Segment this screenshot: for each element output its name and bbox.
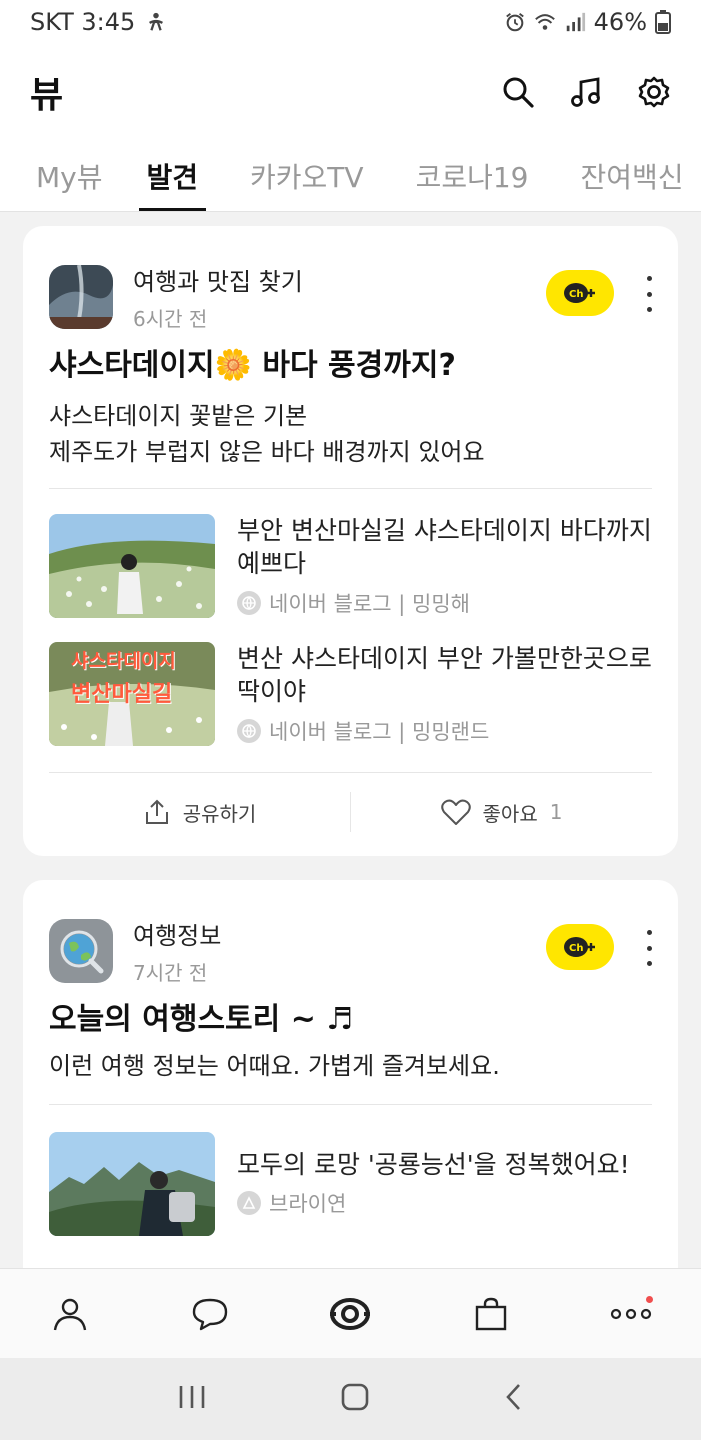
accessibility-icon (149, 12, 164, 31)
more-horizontal-icon (610, 1308, 651, 1319)
heart-icon (440, 799, 471, 825)
post-title[interactable]: 오늘의 여행스토리 ~ ♬ (49, 994, 353, 1038)
tab-my-view[interactable]: My뷰 (36, 140, 103, 211)
music-note-icon (571, 77, 600, 107)
battery-level: 46% (593, 8, 647, 36)
divider (49, 1104, 652, 1105)
thumbnail-overlay-text-2: 변산마실길 (71, 682, 173, 707)
wifi-icon (534, 14, 555, 30)
channel-name: 여행과 맛집 찾기 (133, 268, 303, 296)
item-title[interactable]: 변산 샤스타데이지 부안 가볼만한곳으로 딱이야 (237, 642, 657, 708)
channel-avatar[interactable] (49, 919, 113, 983)
tab-discover[interactable]: 발견 (138, 140, 206, 211)
item-thumbnail[interactable] (49, 1132, 215, 1236)
add-channel-button[interactable]: Ch (546, 270, 614, 316)
globe-icon (237, 719, 261, 743)
recent-apps-icon (179, 1386, 204, 1408)
home-button[interactable] (340, 1382, 370, 1416)
post-description: 이런 여행 정보는 어때요. 가볍게 즐겨보세요. (49, 1048, 500, 1084)
like-label: 좋아요 (482, 801, 538, 826)
item-title[interactable]: 부안 변산마실길 샤스타데이지 바다까지 예쁘다 (237, 514, 657, 580)
item-source-text: 네이버 블로그 | 밍밍해 (269, 592, 470, 616)
tab-corona19[interactable]: 코로나19 (416, 140, 529, 211)
more-options-button[interactable] (642, 930, 656, 966)
channel-name: 여행정보 (133, 922, 222, 950)
post-time: 7시간 전 (133, 961, 208, 985)
view-eye-icon (330, 1297, 371, 1330)
share-icon (145, 799, 168, 824)
nav-friends-button[interactable] (46, 1290, 94, 1338)
bottom-navigation (0, 1268, 701, 1358)
search-button[interactable] (501, 75, 535, 109)
gear-icon (638, 76, 670, 108)
recent-apps-button[interactable] (177, 1383, 207, 1415)
nav-chat-button[interactable] (186, 1290, 234, 1338)
signal-icon (566, 12, 585, 32)
post-time: 6시간 전 (133, 307, 208, 331)
kakao-channel-icon: Ch (564, 937, 595, 957)
app-root: SKT 3:45 46% 뷰 My뷰 발견 카카오TV 코로나19 잔여백신 여… (0, 0, 701, 1440)
battery-icon (655, 10, 671, 34)
more-dot-icon (646, 276, 652, 281)
item-thumbnail[interactable]: 샤스타데이지 변산마실길 (49, 642, 215, 746)
list-item[interactable]: 부안 변산마실길 샤스타데이지 바다까지 예쁘다 네이버 블로그 | 밍밍해 (49, 514, 652, 618)
channel-header[interactable]: 여행과 맛집 찾기 6시간 전 (49, 262, 303, 332)
share-button[interactable]: 공유하기 (49, 798, 350, 827)
tab-remaining-vaccine[interactable]: 잔여백신 (581, 140, 684, 211)
globe-icon (237, 591, 261, 615)
post-desc-line: 샤스타데이지 꽃밭은 기본 (49, 402, 308, 430)
settings-button[interactable] (637, 75, 671, 109)
system-navigation-bar (0, 1358, 701, 1440)
post-desc-line: 제주도가 부럽지 않은 바다 배경까지 있어요 (49, 438, 485, 466)
item-source-text: 브라이연 (269, 1192, 347, 1216)
music-button[interactable] (569, 75, 603, 109)
item-source: 네이버 블로그 | 밍밍랜드 (237, 716, 489, 746)
tab-kakao-tv[interactable]: 카카오TV (250, 140, 364, 211)
search-icon (503, 77, 534, 108)
notification-dot (645, 1295, 653, 1303)
nav-view-button[interactable] (326, 1290, 374, 1338)
more-dot-icon (646, 930, 652, 935)
svg-text:Ch: Ch (569, 943, 583, 954)
channel-header[interactable]: 여행정보 7시간 전 (49, 916, 221, 986)
list-item[interactable]: 샤스타데이지 변산마실길 변산 샤스타데이지 부안 가볼만한곳으로 딱이야 네이… (49, 642, 652, 746)
alarm-icon (505, 13, 524, 32)
carrier-time: SKT 3:45 (30, 8, 136, 36)
back-button[interactable] (503, 1382, 525, 1416)
divider (49, 488, 652, 489)
share-label: 공유하기 (182, 801, 257, 826)
item-source: 브라이연 (237, 1188, 346, 1218)
item-title[interactable]: 모두의 로망 '공룡능선'을 정복했어요! (237, 1148, 657, 1181)
post-description: 샤스타데이지 꽃밭은 기본 제주도가 부럽지 않은 바다 배경까지 있어요 (49, 398, 485, 470)
add-channel-button[interactable]: Ch (546, 924, 614, 970)
author-icon (237, 1191, 261, 1215)
shopping-bag-icon (475, 1297, 506, 1330)
page-title: 뷰 (30, 75, 64, 116)
feed-card: 여행과 맛집 찾기 6시간 전 Ch 샤스타데이지🌼 바다 풍경까지? 샤스타데… (23, 226, 678, 856)
home-icon (341, 1383, 368, 1411)
back-chevron-icon (505, 1384, 520, 1410)
kakao-channel-icon: Ch (564, 283, 595, 303)
more-options-button[interactable] (642, 276, 656, 312)
tab-bar: My뷰 발견 카카오TV 코로나19 잔여백신 (0, 140, 701, 212)
item-thumbnail[interactable] (49, 514, 215, 618)
svg-text:Ch: Ch (569, 289, 583, 300)
item-source-text: 네이버 블로그 | 밍밍랜드 (269, 720, 490, 744)
status-bar: SKT 3:45 46% (0, 0, 701, 44)
post-desc-line: 이런 여행 정보는 어때요. 가볍게 즐겨보세요. (49, 1052, 500, 1080)
chat-bubble-icon (193, 1298, 228, 1330)
like-button[interactable]: 좋아요 1 (351, 798, 652, 827)
list-item[interactable]: 모두의 로망 '공룡능선'을 정복했어요! 브라이연 (49, 1132, 652, 1236)
person-icon (53, 1298, 87, 1330)
item-source: 네이버 블로그 | 밍밍해 (237, 588, 470, 618)
nav-more-button[interactable] (607, 1290, 655, 1338)
nav-shopping-button[interactable] (467, 1290, 515, 1338)
card-actions: 공유하기 좋아요 1 (49, 772, 652, 852)
thumbnail-overlay-text-1: 샤스타데이지 (71, 650, 176, 672)
like-count: 1 (549, 800, 563, 824)
channel-avatar[interactable] (49, 265, 113, 329)
app-header: 뷰 (0, 44, 701, 140)
post-title[interactable]: 샤스타데이지🌼 바다 풍경까지? (49, 340, 456, 384)
